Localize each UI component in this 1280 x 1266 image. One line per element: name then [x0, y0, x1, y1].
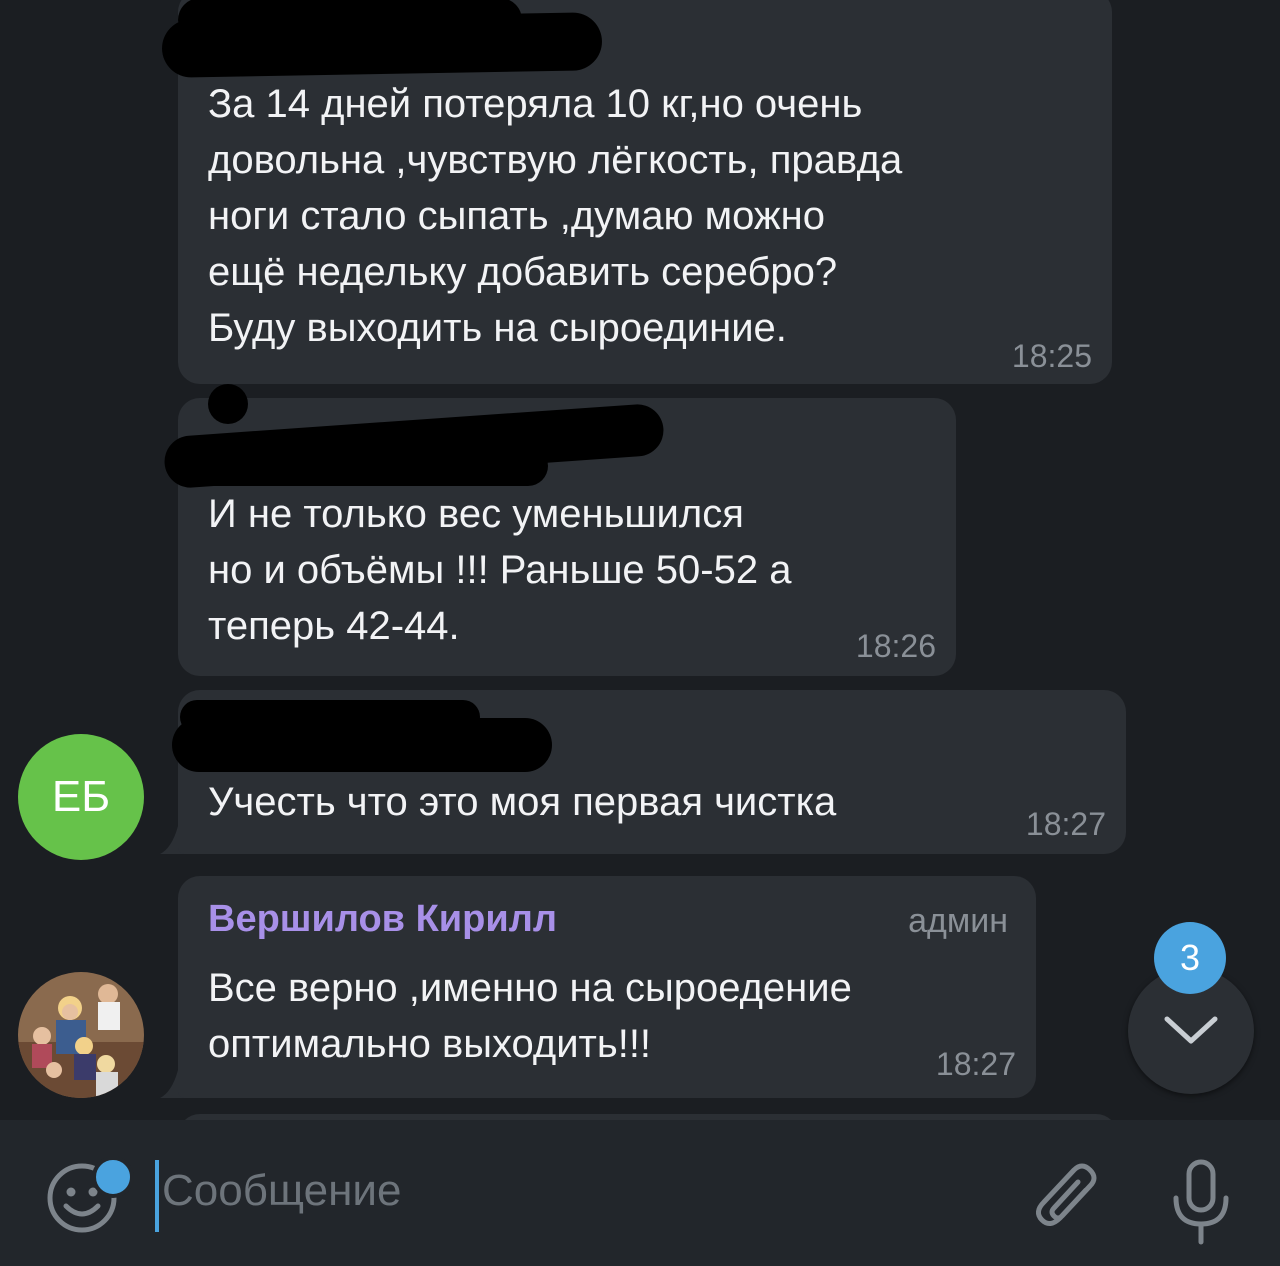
message-bubble[interactable]: Вершилов Кирилл админ Все верно ,именно …	[178, 876, 1036, 1098]
text-cursor	[155, 1160, 159, 1232]
avatar[interactable]	[18, 972, 144, 1098]
avatar-photo-image	[18, 972, 144, 1098]
redacted-name	[178, 0, 522, 42]
admin-badge: админ	[908, 902, 1008, 940]
message-time: 18:27	[935, 1046, 1016, 1082]
message-bubble[interactable]: За 14 дней потеряла 10 кг,но очень довол…	[161, 0, 1112, 384]
message-time: 18:25	[1011, 338, 1092, 374]
redacted-name	[188, 446, 548, 486]
redacted-name	[180, 700, 480, 734]
sender-name[interactable]: Вершилов Кирилл	[208, 898, 557, 941]
message-time: 18:26	[855, 628, 936, 664]
redacted-name	[208, 384, 248, 424]
message-text: Учесть что это моя первая чистка	[208, 780, 837, 824]
message-text: Все верно ,именно на сыроедение оптималь…	[208, 966, 852, 1066]
microphone-icon[interactable]	[1170, 1158, 1232, 1246]
paperclip-icon[interactable]	[1030, 1160, 1100, 1236]
unread-count-badge: 3	[1154, 922, 1226, 994]
message-text: За 14 дней потеряла 10 кг,но очень довол…	[208, 82, 903, 350]
message-bubble[interactable]: И не только вес уменьшился но и объёмы !…	[162, 384, 956, 676]
message-time: 18:27	[1025, 806, 1106, 842]
chevron-down-icon	[1164, 1016, 1218, 1044]
message-input[interactable]	[162, 1166, 962, 1216]
chat-area[interactable]: За 14 дней потеряла 10 кг,но очень довол…	[0, 0, 1280, 1120]
message-composer	[0, 1120, 1280, 1266]
message-bubble[interactable]: Учесть что это моя первая чистка 18:27	[172, 690, 1126, 854]
notification-dot	[92, 1156, 134, 1198]
avatar[interactable]: ЕБ	[18, 734, 144, 860]
message-text: И не только вес уменьшился но и объёмы !…	[208, 492, 792, 648]
